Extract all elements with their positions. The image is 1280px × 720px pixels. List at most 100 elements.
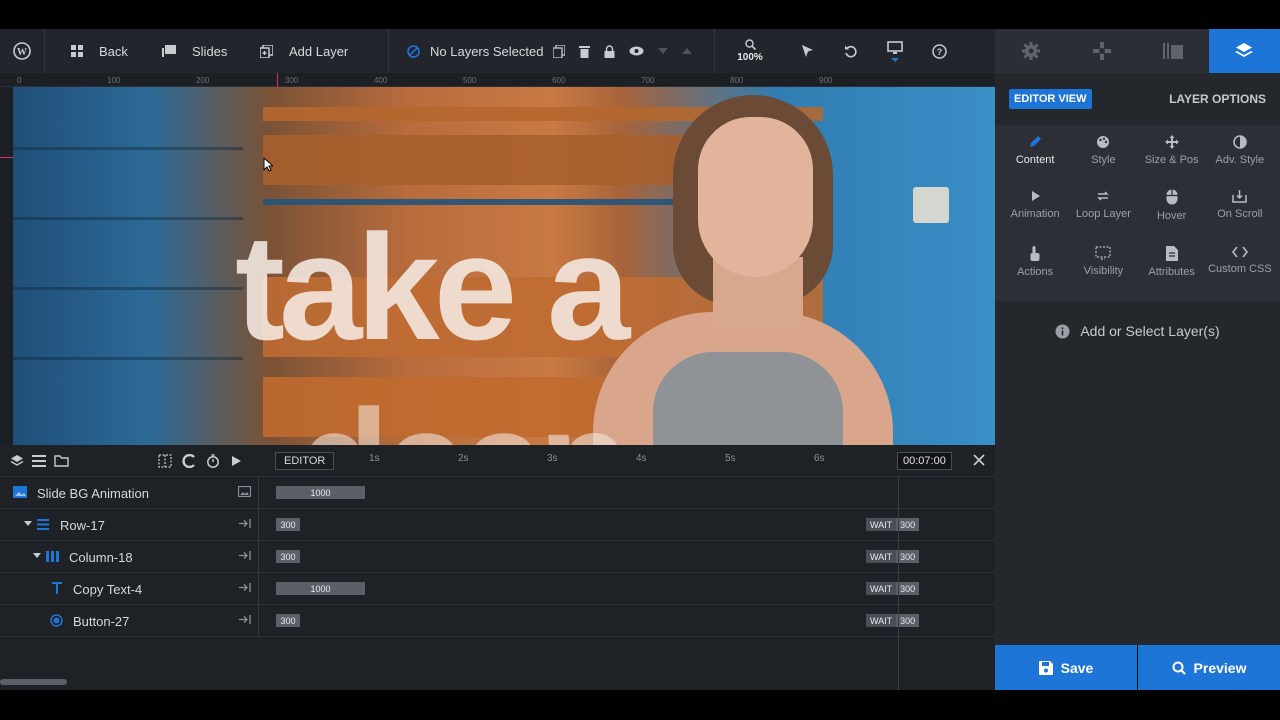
duplicate-icon[interactable] — [553, 44, 565, 58]
row-name: Slide BG Animation — [37, 486, 150, 501]
layer-options-panel: EDITOR VIEW LAYER OPTIONS Content Style … — [995, 73, 1280, 645]
trash-icon[interactable] — [579, 45, 590, 58]
tool-actions[interactable]: Actions — [1001, 245, 1069, 291]
editor-view-toggle[interactable]: EDITOR VIEW — [1009, 89, 1092, 109]
timeline-row[interactable]: Button-27 300 WAIT 300 — [0, 605, 995, 637]
timeline-row[interactable]: Column-18 300 WAIT 300 — [0, 541, 995, 573]
ruler-tick: 200 — [196, 76, 210, 85]
tool-content[interactable]: Content — [1001, 135, 1069, 179]
timeline-row[interactable]: Copy Text-4 1000 WAIT 300 — [0, 573, 995, 605]
tool-loop-layer[interactable]: Loop Layer — [1069, 189, 1137, 235]
hint-text: Add or Select Layer(s) — [1080, 323, 1220, 339]
caret-down-icon[interactable] — [33, 553, 41, 558]
wait-block[interactable]: WAIT 300 — [866, 518, 920, 531]
time-mark: 6s — [814, 453, 825, 464]
folder-icon[interactable] — [54, 455, 69, 467]
info-icon — [1055, 324, 1070, 339]
gamepad-icon — [1092, 42, 1111, 60]
preview-button[interactable]: Preview — [1138, 645, 1280, 690]
duration-bar[interactable]: 300 — [276, 614, 300, 627]
align-right-icon[interactable] — [238, 582, 251, 593]
svg-text:?: ? — [936, 47, 942, 57]
list-icon[interactable] — [32, 455, 46, 467]
image-icon — [13, 486, 27, 498]
lock-icon[interactable] — [604, 44, 615, 58]
caret-down-icon[interactable] — [24, 521, 32, 526]
timeline-header: EDITOR 1s 2s 3s 4s 5s 6s 00:07:00 — [0, 445, 995, 477]
tab-navigation[interactable] — [1066, 29, 1137, 73]
ruler-tick: 100 — [107, 76, 121, 85]
duration-bar[interactable]: 300 — [276, 518, 300, 531]
palette-icon — [1096, 135, 1110, 149]
add-layer-button[interactable]: Add Layer — [252, 29, 388, 73]
tab-layouts[interactable] — [1138, 29, 1209, 73]
layers-icon[interactable] — [10, 454, 24, 468]
wordpress-icon: W — [13, 42, 31, 60]
ruler-marker — [277, 73, 278, 87]
align-right-icon[interactable] — [238, 550, 251, 561]
time-mark: 5s — [725, 453, 736, 464]
eye-icon[interactable] — [629, 46, 644, 56]
tool-style[interactable]: Style — [1069, 135, 1137, 179]
duration-bar[interactable]: 1000 — [276, 486, 365, 499]
tool-on-scroll[interactable]: On Scroll — [1206, 189, 1274, 235]
slide-canvas[interactable]: take a deep — [13, 87, 995, 445]
tab-settings[interactable] — [995, 29, 1066, 73]
zoom-control[interactable]: 100% — [715, 29, 785, 73]
row-name: Column-18 — [69, 550, 133, 565]
save-button[interactable]: Save — [995, 645, 1137, 690]
layer-options-toggle[interactable]: LAYER OPTIONS — [1169, 92, 1266, 106]
slides-label: Slides — [192, 43, 228, 59]
scroll-icon — [1232, 189, 1248, 204]
editor-tag[interactable]: EDITOR — [275, 452, 335, 470]
headline-text-second-line[interactable]: deep — [298, 387, 630, 445]
tool-custom-css[interactable]: Custom CSS — [1206, 246, 1274, 291]
tool-visibility[interactable]: Visibility — [1069, 246, 1137, 291]
undo-button[interactable] — [829, 29, 873, 73]
timeline-row[interactable]: Row-17 300 WAIT 300 — [0, 509, 995, 541]
layer-selection-status: No Layers Selected — [389, 29, 549, 73]
ruler-tick: 700 — [641, 76, 655, 85]
vertical-ruler — [0, 87, 13, 445]
close-icon[interactable] — [972, 453, 986, 467]
tool-hover[interactable]: Hover — [1138, 189, 1206, 235]
wait-block[interactable]: WAIT 300 — [866, 582, 920, 595]
tool-adv-style[interactable]: Adv. Style — [1206, 135, 1274, 179]
magnet-icon[interactable] — [182, 454, 196, 468]
help-button[interactable]: ? — [917, 29, 961, 73]
caret-down-icon — [891, 57, 899, 62]
brick-line — [13, 147, 243, 150]
right-panel-tabs — [995, 29, 1280, 73]
wait-value: 300 — [896, 614, 920, 627]
tab-layers[interactable] — [1208, 29, 1280, 73]
align-right-icon[interactable] — [238, 518, 251, 529]
headline-text[interactable]: take a — [235, 212, 630, 362]
select-tool-button[interactable] — [785, 29, 829, 73]
stopwatch-icon[interactable] — [206, 454, 220, 468]
person-face — [698, 117, 813, 277]
time-mark: 4s — [636, 453, 647, 464]
hand-pointer-icon — [1029, 245, 1041, 261]
play-icon[interactable] — [230, 455, 242, 467]
timeline-row[interactable]: Slide BG Animation 1000 — [0, 477, 995, 509]
selection-frame-icon[interactable] — [158, 454, 172, 468]
wait-block[interactable]: WAIT 300 — [866, 550, 920, 563]
timeline-panel: EDITOR 1s 2s 3s 4s 5s 6s 00:07:00 Slide … — [0, 445, 995, 690]
duration-field[interactable]: 00:07:00 — [897, 452, 952, 470]
arrow-up-icon[interactable] — [682, 48, 692, 54]
duration-bar[interactable]: 1000 — [276, 582, 365, 595]
image-folder-icon[interactable] — [238, 486, 251, 497]
slides-button[interactable]: Slides — [154, 29, 252, 73]
duration-bar[interactable]: 300 — [276, 550, 300, 563]
arrow-down-icon[interactable] — [658, 48, 668, 54]
tool-animation[interactable]: Animation — [1001, 189, 1069, 235]
back-button[interactable]: Back — [45, 29, 154, 73]
tool-size-pos[interactable]: Size & Pos — [1138, 135, 1206, 179]
horizontal-scrollbar[interactable] — [0, 679, 67, 685]
tool-attributes[interactable]: Attributes — [1138, 245, 1206, 291]
wordpress-logo[interactable]: W — [0, 29, 44, 73]
ruler-tick: 900 — [819, 76, 833, 85]
device-desktop-button[interactable] — [873, 29, 917, 73]
align-right-icon[interactable] — [238, 614, 251, 625]
wait-block[interactable]: WAIT 300 — [866, 614, 920, 627]
